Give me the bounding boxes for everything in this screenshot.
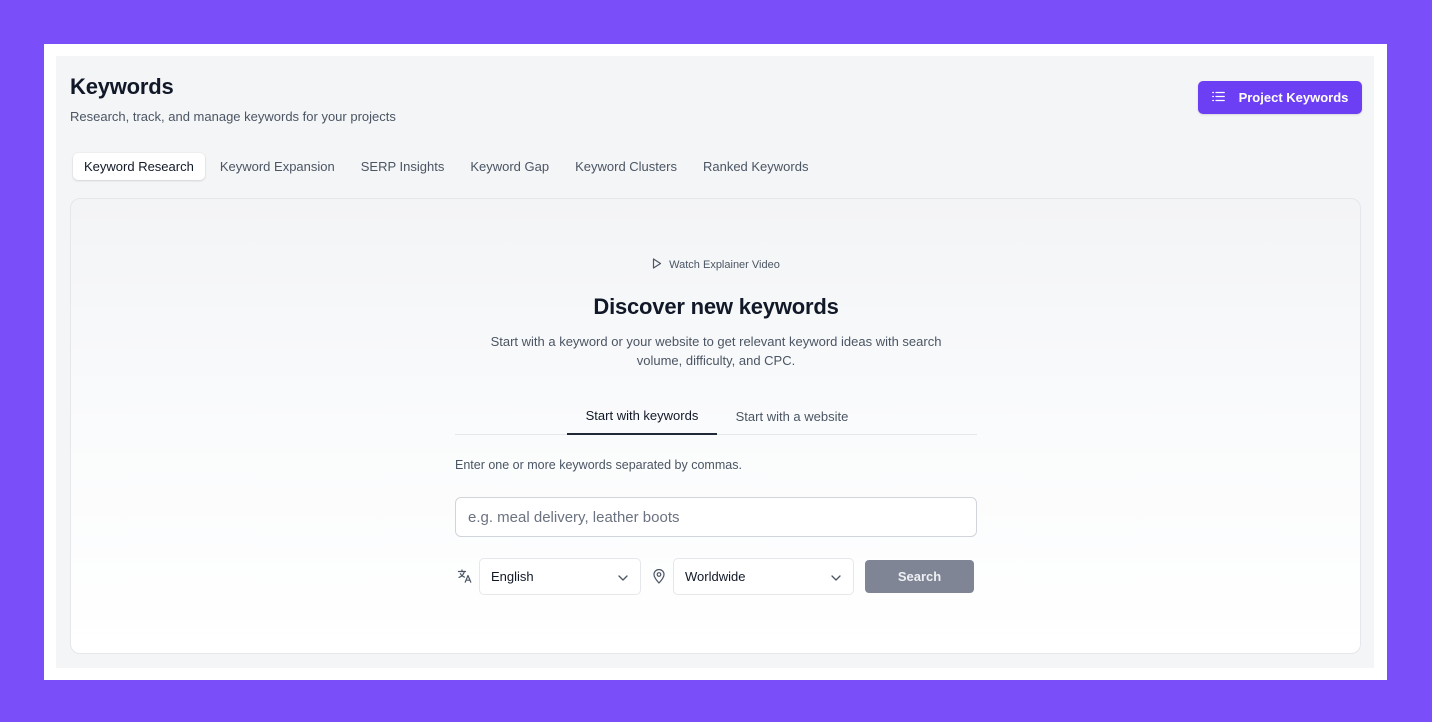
- tab-start-with-keywords[interactable]: Start with keywords: [567, 398, 717, 435]
- search-controls: English Worldwide Search: [455, 558, 977, 595]
- tab-serp-insights[interactable]: SERP Insights: [350, 153, 456, 180]
- tab-keyword-expansion[interactable]: Keyword Expansion: [209, 153, 346, 180]
- map-pin-icon: [652, 568, 666, 584]
- tab-start-with-website[interactable]: Start with a website: [717, 398, 867, 435]
- research-title: Discover new keywords: [593, 294, 839, 319]
- page-subtitle: Research, track, and manage keywords for…: [70, 109, 396, 124]
- tab-keyword-clusters[interactable]: Keyword Clusters: [564, 153, 688, 180]
- keyword-hint: Enter one or more keywords separated by …: [455, 458, 742, 472]
- language-select[interactable]: English: [479, 558, 641, 595]
- watch-video-link[interactable]: Watch Explainer Video: [455, 258, 977, 272]
- keyword-research-card: Watch Explainer Video Discover new keywo…: [70, 198, 1361, 654]
- chevron-down-icon: [831, 569, 841, 584]
- location-value: Worldwide: [685, 569, 746, 584]
- research-description: Start with a keyword or your website to …: [490, 334, 942, 368]
- keywords-page: Keywords Research, track, and manage key…: [56, 56, 1374, 668]
- project-keywords-label: Project Keywords: [1238, 90, 1349, 105]
- play-icon: [652, 258, 662, 272]
- language-value: English: [491, 569, 534, 584]
- list-icon: [1211, 90, 1225, 105]
- chevron-down-icon: [618, 569, 628, 584]
- keyword-input[interactable]: [455, 497, 977, 537]
- page-title: Keywords: [70, 74, 174, 99]
- screenshot-frame: Keywords Research, track, and manage key…: [44, 44, 1387, 680]
- project-keywords-button[interactable]: Project Keywords: [1198, 81, 1362, 114]
- watch-video-label: Watch Explainer Video: [669, 259, 780, 271]
- translate-icon: [457, 568, 473, 584]
- research-panel: Watch Explainer Video Discover new keywo…: [455, 199, 977, 655]
- keyword-tabs: Keyword Research Keyword Expansion SERP …: [73, 152, 819, 180]
- tab-keyword-gap[interactable]: Keyword Gap: [459, 153, 560, 180]
- tab-ranked-keywords[interactable]: Ranked Keywords: [692, 153, 820, 180]
- mode-tabs: Start with keywords Start with a website: [455, 398, 977, 435]
- location-select[interactable]: Worldwide: [673, 558, 854, 595]
- tab-keyword-research[interactable]: Keyword Research: [73, 152, 205, 180]
- search-button[interactable]: Search: [865, 560, 974, 593]
